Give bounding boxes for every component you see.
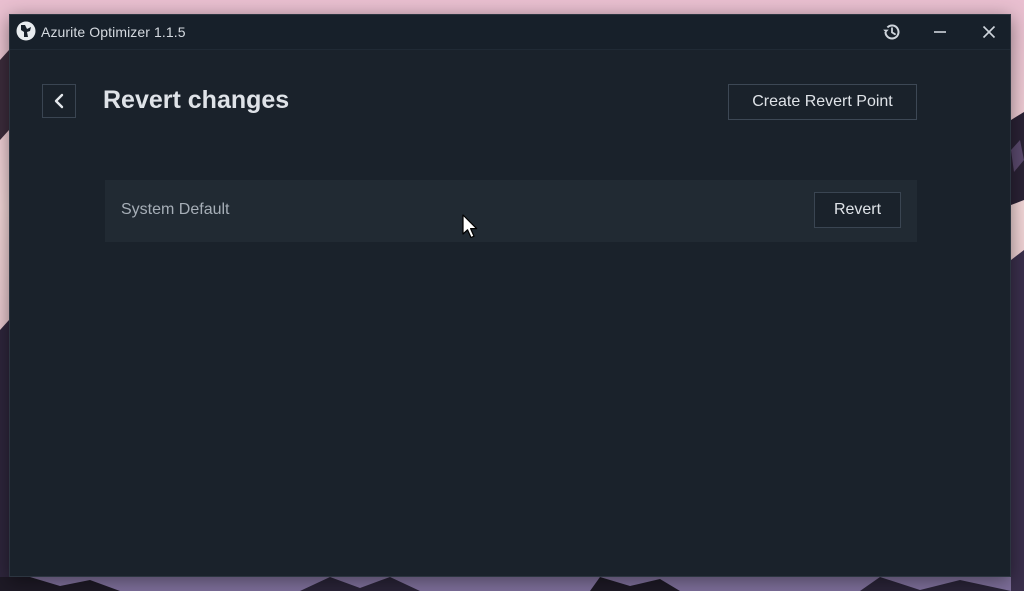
- revert-point-row: System Default Revert: [105, 180, 917, 242]
- app-window: Azurite Optimizer 1.1.5 Revert changes C: [9, 14, 1011, 577]
- window-title: Azurite Optimizer 1.1.5: [41, 24, 186, 40]
- history-button[interactable]: [870, 15, 914, 48]
- revert-button[interactable]: Revert: [814, 192, 901, 228]
- page-title: Revert changes: [103, 86, 290, 114]
- minimize-icon: [934, 30, 946, 33]
- revert-point-name: System Default: [121, 201, 230, 218]
- close-button[interactable]: [967, 15, 1011, 48]
- chevron-left-icon: [54, 93, 64, 109]
- azurite-logo-icon: [16, 21, 36, 41]
- minimize-button[interactable]: [918, 15, 962, 48]
- close-icon: [982, 25, 996, 38]
- back-button[interactable]: [42, 84, 76, 118]
- create-revert-point-button[interactable]: Create Revert Point: [728, 84, 917, 120]
- history-icon: [883, 24, 900, 39]
- title-bar[interactable]: Azurite Optimizer 1.1.5: [10, 15, 1010, 50]
